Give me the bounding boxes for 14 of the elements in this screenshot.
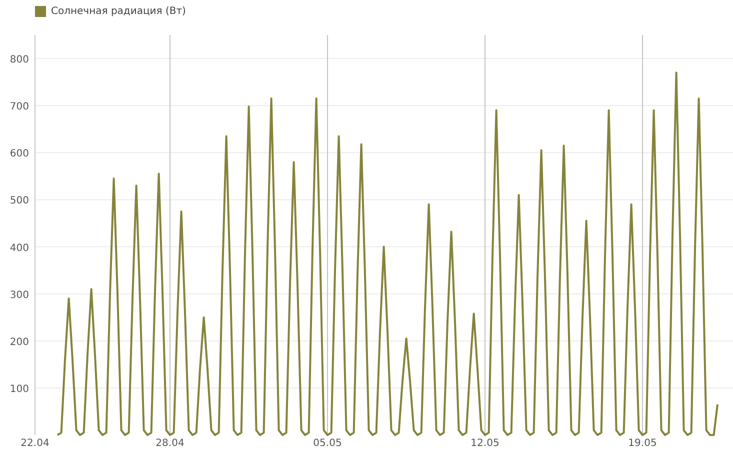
y-tick-label: 400 <box>10 242 29 254</box>
legend-label: Солнечная радиация (Вт) <box>51 6 186 16</box>
x-tick-label: 28.04 <box>156 438 184 449</box>
x-tick-label: 19.05 <box>628 438 657 449</box>
y-tick-label: 500 <box>10 196 29 207</box>
y-tick-label: 800 <box>10 54 29 66</box>
x-tick-label: 05.05 <box>313 438 342 449</box>
y-tick-label: 600 <box>10 148 29 160</box>
y-tick-label: 100 <box>10 384 29 395</box>
y-tick-label: 300 <box>10 290 29 301</box>
x-tick-label: 12.05 <box>470 438 500 449</box>
y-tick-label: 700 <box>10 102 29 113</box>
y-tick-label: 200 <box>10 336 29 348</box>
x-tick-label: 22.04 <box>20 438 50 449</box>
